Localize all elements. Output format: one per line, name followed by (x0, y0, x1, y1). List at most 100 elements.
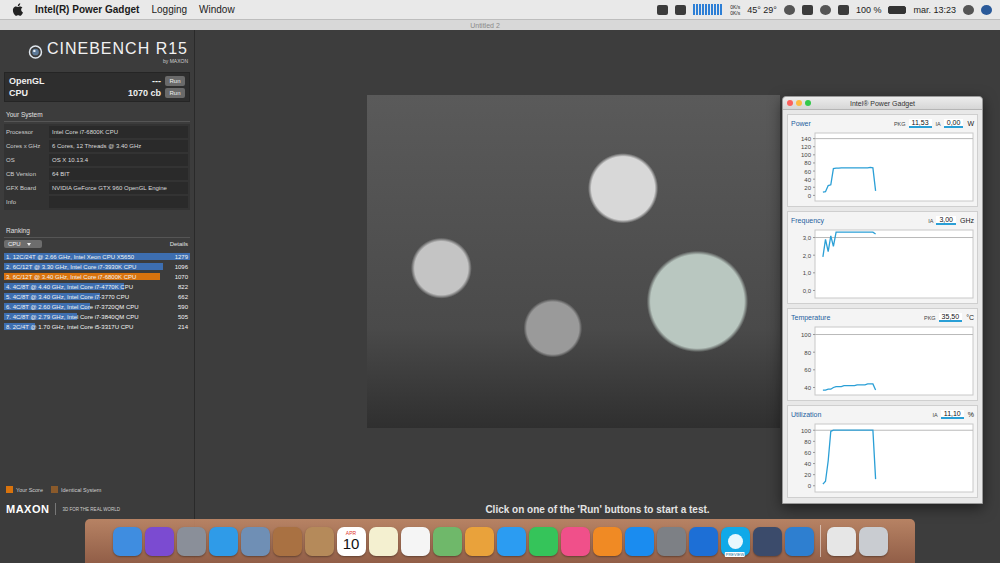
battery-percent[interactable]: 100 % (856, 5, 882, 15)
ranking-row[interactable]: 8. 2C/4T @ 1.70 GHz, Intel Core i5-3317U… (4, 322, 190, 331)
chart-panel: PowerPKG11,53IA0,00W140120100806040200 (787, 114, 978, 207)
app-icon[interactable] (753, 527, 782, 556)
network-speed[interactable]: 0K/s0K/s (730, 4, 740, 16)
dropbox-icon[interactable] (784, 5, 795, 15)
chart-title: Frequency (791, 217, 824, 224)
ranking-row[interactable]: 2. 6C/12T @ 3.30 GHz, Intel Core i7-3930… (4, 262, 190, 271)
ranking-row[interactable]: 4. 4C/8T @ 4.40 GHz, Intel Core i7-4770K… (4, 282, 190, 291)
test-row: OpenGL---Run (9, 76, 185, 86)
series-line (823, 167, 876, 192)
app-icon[interactable] (369, 527, 398, 556)
axis-tick: 60 (804, 450, 811, 456)
ranking-row[interactable]: 7. 4C/8T @ 2.79 GHz, Intel Core i7-3840Q… (4, 312, 190, 321)
menu-bar: Intel(R) Power Gadget Logging Window 0K/s0K… (0, 0, 1000, 20)
ranking-panel: CPU Details 1. 12C/24T @ 2.66 GHz, Intel X… (4, 240, 190, 331)
grid-line (815, 138, 973, 139)
unit: °C (966, 314, 974, 321)
section-title: Ranking (4, 224, 190, 238)
run-button[interactable]: Run (165, 88, 185, 98)
series-line (823, 430, 876, 484)
system-row: ProcessorIntel Core i7-6800K CPU (6, 126, 188, 138)
app-icon[interactable] (529, 527, 558, 556)
app-icon[interactable] (859, 527, 888, 556)
app-icon[interactable] (689, 527, 718, 556)
ranking-score: 214 (174, 324, 188, 330)
skype-icon[interactable]: PREVIEW (721, 527, 750, 556)
axis-tick: 1,0 (803, 270, 812, 276)
window-title: Untitled 2 (470, 22, 500, 29)
details-button[interactable]: Details (170, 241, 190, 247)
legend-swatch (6, 486, 13, 493)
ranking-label: 1. 12C/24T @ 2.66 GHz, Intel Xeon CPU X5… (6, 254, 171, 260)
wifi-icon[interactable] (838, 5, 849, 15)
ranking-score: 1279 (171, 254, 188, 260)
chart-title: Temperature (791, 314, 830, 321)
power-gadget-window[interactable]: Intel® Power GadgetPowerPKG11,53IA0,00W1… (782, 96, 983, 504)
readout: PKG11,53 (894, 119, 932, 128)
logo-text: CINEBENCH R15 (47, 40, 188, 58)
app-icon[interactable] (827, 527, 856, 556)
status-area: 0K/s0K/s 45° 29° 100 % mar. 13:23 (657, 4, 992, 16)
ranking-dropdown[interactable]: CPU (4, 240, 42, 248)
close-button[interactable] (787, 100, 793, 106)
status-icon[interactable] (657, 5, 668, 15)
status-icon[interactable] (802, 5, 813, 15)
app-icon[interactable] (465, 527, 494, 556)
status-icon[interactable] (820, 5, 831, 15)
app-icon[interactable] (401, 527, 430, 556)
search-icon[interactable] (963, 5, 974, 15)
app-icon[interactable] (273, 527, 302, 556)
battery-icon[interactable] (888, 6, 906, 14)
menu-item[interactable]: Logging (151, 4, 187, 15)
title-bar: Intel® Power Gadget (783, 97, 982, 110)
app-icon[interactable] (209, 527, 238, 556)
app-icon[interactable] (241, 527, 270, 556)
temperatures[interactable]: 45° 29° (747, 5, 777, 15)
clock[interactable]: mar. 13:23 (913, 5, 956, 15)
cpu-meter-icon[interactable] (693, 4, 723, 15)
minimize-button[interactable] (796, 100, 802, 106)
status-icon[interactable] (675, 5, 686, 15)
app-icon[interactable] (497, 527, 526, 556)
app-icon[interactable] (177, 527, 206, 556)
ranking-row[interactable]: 5. 4C/8T @ 3.40 GHz, Intel Core i7-3770 … (4, 292, 190, 301)
app-icon[interactable] (593, 527, 622, 556)
zoom-button[interactable] (805, 100, 811, 106)
title-bar: Untitled 2 (0, 20, 1000, 30)
system-row: GFX BoardNVIDIA GeForce GTX 960 OpenGL E… (6, 182, 188, 194)
dock: APR10 PREVIEW (85, 519, 915, 563)
app-menu[interactable]: Intel(R) Power Gadget (35, 4, 139, 15)
readout: IA3,00 (928, 216, 956, 225)
run-button[interactable]: Run (165, 76, 185, 86)
app-icon[interactable] (785, 527, 814, 556)
ranking-label: 5. 4C/8T @ 3.40 GHz, Intel Core i7-3770 … (6, 294, 174, 300)
dock-separator (820, 525, 821, 557)
axis-tick: 20 (804, 185, 811, 191)
test-name: CPU (9, 88, 124, 98)
app-icon[interactable] (561, 527, 590, 556)
app-icon[interactable] (625, 527, 654, 556)
system-value (49, 196, 188, 208)
app-icon[interactable] (145, 527, 174, 556)
menu-item[interactable]: Window (199, 4, 235, 15)
app-icon[interactable] (657, 527, 686, 556)
system-value: 64 BIT (49, 168, 188, 180)
readout: PKG35,50 (924, 313, 962, 322)
readout: IA0,00 (936, 119, 964, 128)
calendar-icon[interactable]: APR10 (337, 527, 366, 556)
app-icon[interactable] (433, 527, 462, 556)
user-icon[interactable] (981, 5, 992, 15)
test-score: --- (152, 76, 161, 86)
axis-tick: 40 (804, 177, 811, 183)
apple-icon[interactable] (12, 3, 23, 16)
app-icon[interactable] (113, 527, 142, 556)
axis-tick: 80 (804, 160, 811, 166)
ranking-row[interactable]: 3. 6C/12T @ 3.40 GHz, Intel Core i7-6800… (4, 272, 190, 281)
tagline: 3D FOR THE REAL WORLD (62, 507, 120, 512)
ranking-row[interactable]: 1. 12C/24T @ 2.66 GHz, Intel Xeon CPU X5… (4, 252, 190, 261)
app-icon[interactable] (305, 527, 334, 556)
unit: W (967, 120, 974, 127)
ranking-row[interactable]: 6. 4C/8T @ 2.60 GHz, Intel Core i7-3720Q… (4, 302, 190, 311)
legend-item: Your Score (6, 486, 43, 493)
cinebench-logo-icon (28, 43, 43, 61)
